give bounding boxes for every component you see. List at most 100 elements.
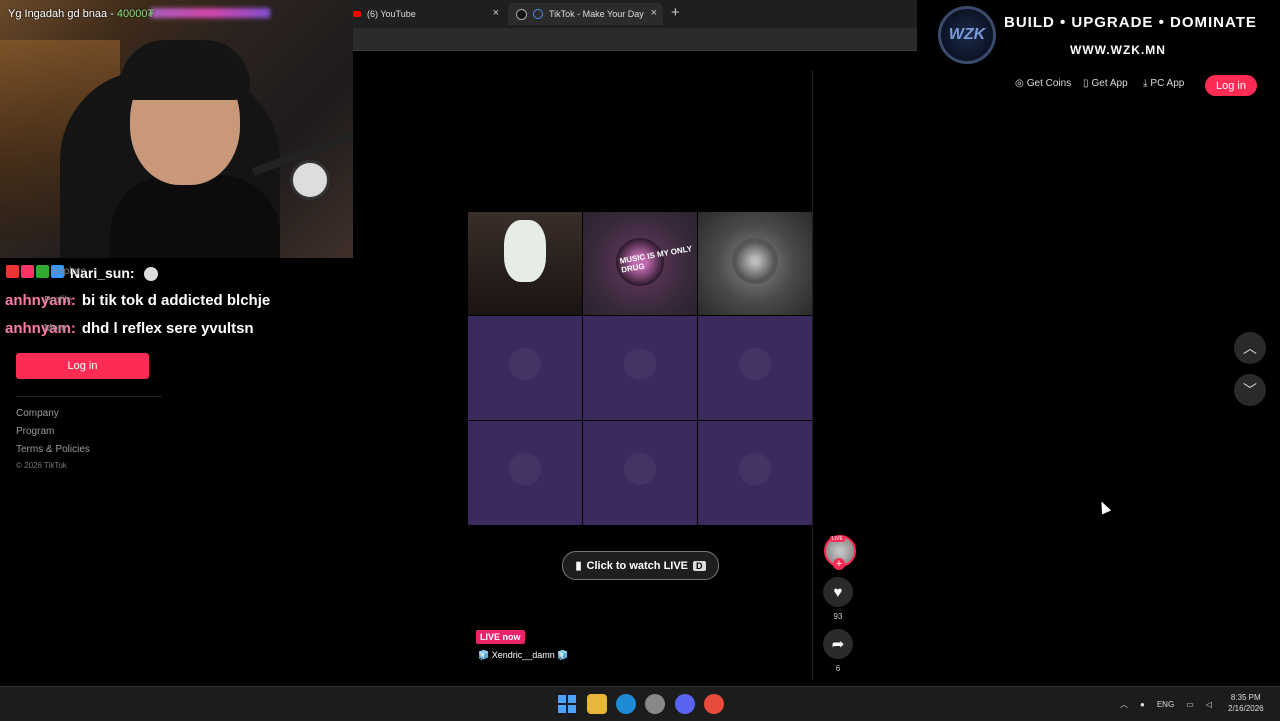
- chevron-down-icon: ﹀: [1243, 382, 1257, 398]
- wzk-logo: WZK: [938, 6, 996, 64]
- discord-icon[interactable]: [675, 694, 695, 714]
- follow-button[interactable]: +: [833, 558, 845, 570]
- copyright-text: © 2026 TikTok: [16, 461, 67, 470]
- avatar-live-badge: LIVE: [830, 536, 845, 542]
- live-bars-icon: ▮: [575, 560, 582, 572]
- next-video-button[interactable]: ﹀: [1234, 374, 1266, 406]
- donation-ticker: Yg Ingadah gd bnaa - 40000₮: [8, 8, 154, 20]
- footer-link-company[interactable]: Company: [16, 408, 59, 419]
- header-login-button[interactable]: Log in: [1205, 75, 1257, 96]
- live-now-badge: LIVE now: [476, 630, 525, 644]
- loading-icon: [533, 9, 543, 19]
- live-multi-guest-grid[interactable]: MUSIC IS MY ONLY DRUG: [468, 212, 812, 526]
- empty-guest-slot: [583, 316, 697, 420]
- edge-browser-icon[interactable]: [616, 694, 636, 714]
- rose-avatar: [732, 238, 778, 284]
- share-icon: ➦: [831, 636, 845, 653]
- new-tab-button[interactable]: +: [671, 4, 680, 21]
- download-icon: ⤓: [1143, 78, 1148, 89]
- footer-link-program[interactable]: Program: [16, 426, 54, 437]
- close-tab-icon[interactable]: ×: [493, 7, 499, 19]
- tab-title: (6) YouTube: [367, 9, 416, 19]
- language-indicator[interactable]: ENG: [1157, 700, 1174, 709]
- pc-app-label: PC App: [1150, 78, 1185, 89]
- tab-tiktok[interactable]: TikTok - Make Your Day ×: [508, 3, 663, 25]
- tab-title: TikTok - Make Your Day: [549, 9, 644, 19]
- windows-logo-icon: [558, 695, 566, 703]
- share-count: 6: [835, 664, 841, 673]
- volume-icon[interactable]: ◁: [1206, 700, 1212, 709]
- previous-video-button[interactable]: ︿: [1234, 332, 1266, 364]
- address-bar[interactable]: [353, 28, 917, 51]
- app-icon[interactable]: [704, 694, 724, 714]
- empty-guest-slot: [583, 421, 697, 525]
- settings-icon[interactable]: [645, 694, 665, 714]
- start-button[interactable]: [557, 694, 577, 714]
- watch-live-button[interactable]: ▮ Click to watch LIVE D: [562, 551, 719, 580]
- ticker-text: Yg Ingadah gd bnaa -: [8, 8, 117, 20]
- tiktok-icon: [516, 8, 527, 20]
- chevron-up-icon: ︿: [1243, 340, 1257, 356]
- system-tray: ︿ ● ENG ▭ ◁: [1120, 699, 1212, 710]
- emote-icon: [144, 267, 159, 282]
- get-coins-link[interactable]: ◎ Get Coins: [1015, 78, 1071, 89]
- mouse-cursor-icon: [1096, 499, 1112, 515]
- file-explorer-icon[interactable]: [587, 694, 607, 714]
- guest-tile[interactable]: [698, 212, 812, 315]
- streamer-hair: [120, 40, 250, 100]
- get-app-link[interactable]: ▯ Get App: [1083, 78, 1128, 89]
- guest-face: [504, 220, 546, 282]
- footer-link-terms[interactable]: Terms & Policies: [16, 444, 90, 455]
- webcam-overlay: Yg Ingadah gd bnaa - 40000₮: [0, 0, 353, 258]
- empty-guest-slot: [468, 316, 582, 420]
- tab-youtube[interactable]: (6) YouTube ×: [353, 3, 505, 25]
- watch-live-label: Click to watch LIVE: [586, 559, 689, 572]
- windows-logo-icon: [568, 695, 576, 703]
- empty-guest-slot: [468, 421, 582, 525]
- phone-icon: ▯: [1083, 78, 1089, 89]
- network-icon[interactable]: ▭: [1186, 700, 1194, 709]
- led-lights: [150, 8, 270, 18]
- ticker-amount: 40000₮: [116, 8, 155, 20]
- get-coins-label: Get Coins: [1026, 78, 1072, 89]
- chat-text: dhd l reflex sere yvultsn: [81, 320, 254, 337]
- coin-icon: ◎: [1015, 78, 1024, 89]
- empty-guest-slot: [698, 421, 812, 525]
- sponsor-tagline: BUILD • UPGRADE • DOMINATE: [1004, 14, 1257, 31]
- empty-guest-slot: [698, 316, 812, 420]
- like-count: 93: [833, 612, 843, 621]
- windows-taskbar: [0, 686, 1280, 721]
- get-app-label: Get App: [1091, 78, 1128, 89]
- guest-tile[interactable]: [468, 212, 582, 315]
- chat-message: anhnyam: dhd l reflex sere yvultsn: [5, 320, 254, 337]
- sidebar-divider: [16, 396, 162, 397]
- share-button[interactable]: ➦: [823, 629, 853, 659]
- chat-text: bi tik tok d addicted blchje: [81, 292, 271, 309]
- sidebar-login-button[interactable]: Log in: [16, 353, 149, 379]
- guest-tile[interactable]: MUSIC IS MY ONLY DRUG: [583, 212, 697, 315]
- streamer-name[interactable]: 🧊 Xendric__damn 🧊: [478, 650, 568, 661]
- clock-date: 2/16/2026: [1228, 704, 1264, 713]
- sidebar-item-more[interactable]: More: [44, 323, 67, 334]
- microphone: [290, 160, 330, 200]
- close-tab-icon[interactable]: ×: [651, 7, 657, 19]
- streamer-body: [110, 175, 280, 258]
- microphone-icon[interactable]: ●: [1140, 700, 1145, 709]
- windows-logo-icon: [568, 705, 576, 713]
- heart-badge-icon: [21, 265, 34, 278]
- pc-app-link[interactable]: ⤓ PC App: [1143, 78, 1184, 89]
- windows-logo-icon: [558, 705, 566, 713]
- sword-badge-icon: [6, 265, 19, 278]
- tray-overflow-icon[interactable]: ︿: [1120, 699, 1128, 710]
- like-button[interactable]: ♥: [823, 577, 853, 607]
- sidebar-item-profile[interactable]: Profile: [44, 295, 72, 306]
- heart-icon: ♥: [833, 583, 843, 601]
- youtube-icon: [353, 11, 361, 17]
- tier-badge-icon: [36, 265, 49, 278]
- sponsor-url: WWW.WZK.MN: [1070, 43, 1166, 57]
- clock-time: 8:35 PM: [1230, 693, 1261, 702]
- browser-tab-strip: (6) YouTube × TikTok - Make Your Day × +: [353, 0, 917, 28]
- taskbar-clock[interactable]: 8:35 PM 2/16/2026: [1228, 692, 1264, 714]
- shortcut-key: D: [693, 560, 706, 571]
- sidebar-item-explore[interactable]: Explore: [52, 266, 86, 277]
